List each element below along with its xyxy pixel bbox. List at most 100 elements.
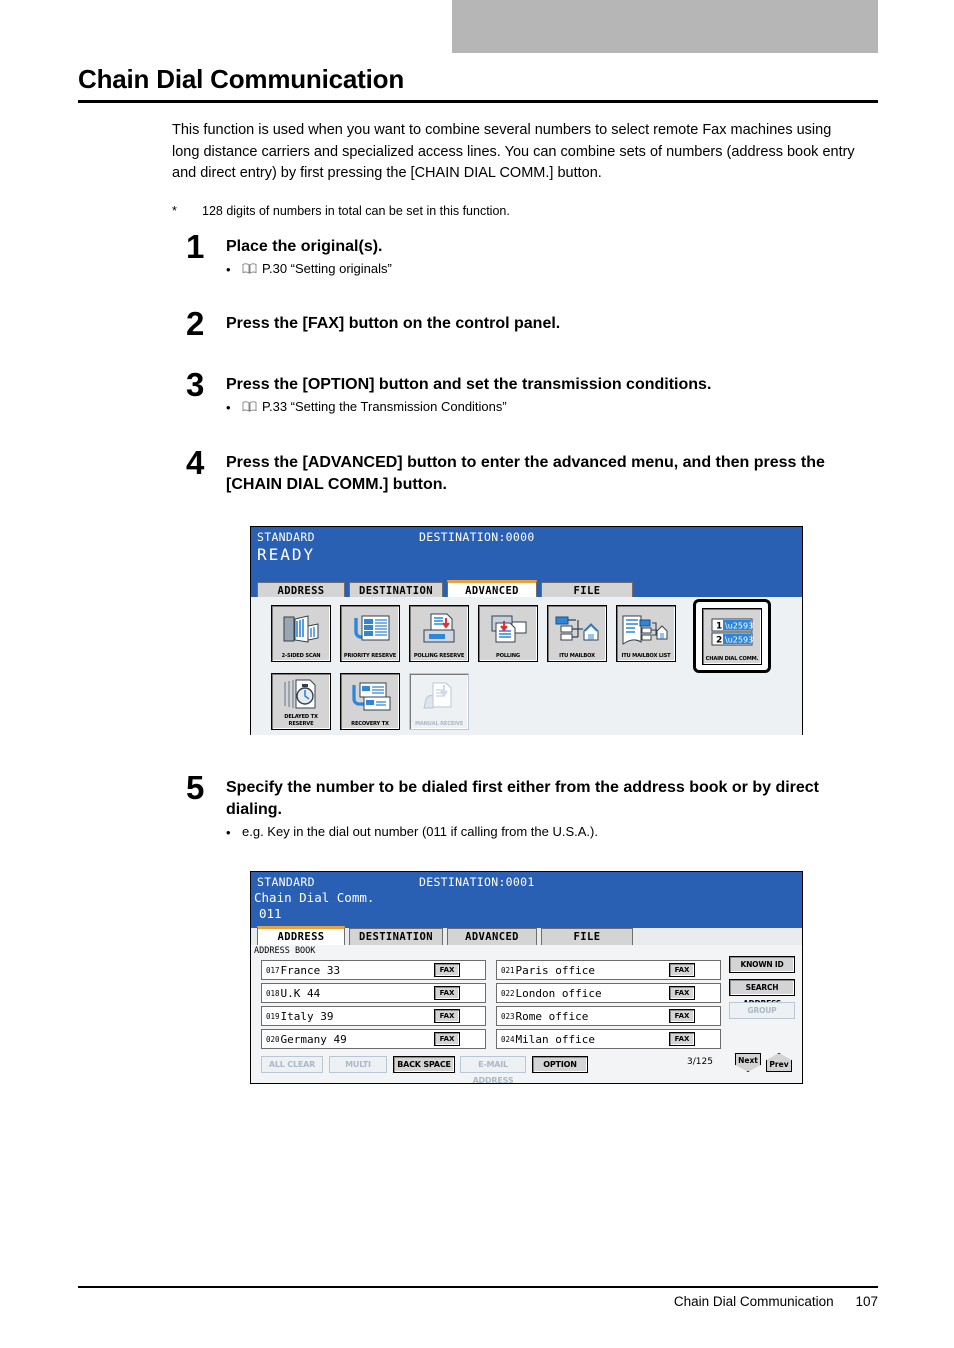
bullet-text: e.g. Key in the dial out number (011 if … [242, 824, 598, 839]
all-clear-button[interactable]: ALL CLEAR [261, 1056, 323, 1073]
address-entry-row[interactable]: 017 France 33 FAX [261, 960, 486, 980]
button-label: 2-SIDED SCAN [281, 652, 321, 659]
address-entry-row[interactable]: 020 Germany 49 FAX [261, 1029, 486, 1049]
fax-type-button[interactable]: FAX [434, 1032, 460, 1046]
page-indicator: 3/125 [687, 1057, 713, 1067]
entry-name: London office [515, 986, 602, 1000]
tab-bar-address: ADDRESS DESTINATION ADVANCED FILE [257, 926, 797, 945]
two-sided-scan-icon [272, 606, 330, 653]
address-entry-row[interactable]: 023 Rome office FAX [496, 1006, 721, 1026]
fax-type-button[interactable]: FAX [669, 963, 695, 977]
address-entry-row[interactable]: 022 London office FAX [496, 983, 721, 1003]
entry-index: 018 [266, 988, 280, 998]
address-entry-row[interactable]: 019 Italy 39 FAX [261, 1006, 486, 1026]
search-address-button[interactable]: SEARCH ADDRESS [729, 979, 795, 1008]
lcd-header-address: STANDARD DESTINATION:0001 Chain Dial Com… [251, 872, 802, 928]
step-heading: Press the [ADVANCED] button to enter the… [226, 454, 825, 493]
advanced-button-itu-mailbox-list[interactable]: ITU MAILBOX LIST [616, 605, 676, 662]
step-5: 5 Specify the number to be dialed first … [186, 771, 866, 842]
tab-file[interactable]: FILE [541, 928, 633, 945]
step-bullet: • P.30 “Setting originals” [226, 261, 876, 279]
back-space-button[interactable]: BACK SPACE [393, 1056, 455, 1073]
footnote-marker: * [172, 204, 177, 218]
entry-index: 017 [266, 965, 280, 975]
step-heading: Place the original(s). [226, 238, 383, 255]
recovery-tx-icon [341, 674, 399, 721]
polling-icon [479, 606, 537, 653]
step-heading: Press the [OPTION] button and set the tr… [226, 376, 712, 393]
fax-type-button[interactable]: FAX [669, 986, 695, 1000]
step-number: 5 [186, 769, 205, 806]
entry-name: Rome office [515, 1009, 589, 1023]
bullet-dot: • [226, 262, 231, 277]
step-2: 2 Press the [FAX] button on the control … [186, 307, 876, 340]
svg-text:2: 2 [716, 636, 722, 646]
multi-button[interactable]: MULTI [329, 1056, 387, 1073]
known-id-button[interactable]: KNOWN ID [729, 956, 795, 973]
advanced-button-itu-mailbox[interactable]: ITU MAILBOX [547, 605, 607, 662]
address-entry-row[interactable]: 018 U.K 44 FAX [261, 983, 486, 1003]
entry-name: Germany 49 [280, 1032, 347, 1046]
advanced-button-recovery-tx[interactable]: RECOVERY TX [340, 673, 400, 730]
fax-type-button[interactable]: FAX [434, 1009, 460, 1023]
button-label: RECOVERY TX [351, 720, 389, 727]
footnote-text: 128 digits of numbers in total can be se… [202, 204, 510, 218]
fax-type-button[interactable]: FAX [669, 1032, 695, 1046]
svg-text:\u2593\u2593\u2593: \u2593\u2593\u2593 [725, 622, 754, 631]
step-3: 3 Press the [OPTION] button and set the … [186, 368, 876, 417]
step-heading: Press the [FAX] button on the control pa… [226, 315, 561, 332]
advanced-button-manual-receive[interactable]: MANUAL RECEIVE [409, 673, 469, 730]
entry-index: 019 [266, 1011, 280, 1021]
entry-index: 021 [501, 965, 515, 975]
advanced-button-polling[interactable]: POLLING [478, 605, 538, 662]
button-label: POLLING RESERVE [413, 652, 465, 659]
tab-address[interactable]: ADDRESS [257, 926, 345, 945]
step-bullet: • P.33 “Setting the Transmission Conditi… [226, 399, 876, 417]
header-grey-bar [452, 0, 878, 53]
step-number: 2 [186, 305, 205, 342]
fax-type-button[interactable]: FAX [434, 986, 460, 1000]
itu-mailbox-list-icon [617, 606, 675, 653]
advanced-button-priority-reserve[interactable]: PRIORITY RESERVE [340, 605, 400, 662]
button-label: PRIORITY RESERVE [343, 652, 397, 659]
option-button[interactable]: OPTION [532, 1056, 588, 1073]
tab-advanced[interactable]: ADVANCED [447, 928, 537, 945]
destination-count: DESTINATION:0000 [419, 530, 535, 544]
bullet-text: P.30 “Setting originals” [262, 261, 392, 276]
intro-paragraph: This function is used when you want to c… [172, 122, 855, 181]
status-text: STANDARD [257, 530, 315, 544]
footnote: * 128 digits of numbers in total can be … [172, 203, 872, 220]
manual-receive-icon [410, 674, 468, 721]
button-label: MANUAL RECEIVE [414, 720, 464, 727]
entry-index: 022 [501, 988, 515, 998]
advanced-button-delayed-tx-reserve[interactable]: DELAYED TX RESERVE [271, 673, 331, 730]
step-number: 3 [186, 366, 205, 403]
advanced-button-chain-dial-comm[interactable]: 1\u2593\u2593\u25932\u2593\u2593\u2593 C… [702, 608, 762, 665]
email-address-button[interactable]: E-MAIL ADDRESS [460, 1056, 526, 1085]
title-divider [78, 100, 878, 103]
button-label: ITU MAILBOX [559, 652, 595, 659]
chain-dial-comm-icon: 1\u2593\u2593\u25932\u2593\u2593\u2593 [703, 609, 761, 656]
advanced-button-polling-reserve[interactable]: POLLING RESERVE [409, 605, 469, 662]
group-button[interactable]: GROUP [729, 1002, 795, 1019]
advanced-button-2-sided-scan[interactable]: 2-SIDED SCAN [271, 605, 331, 662]
svg-text:1: 1 [716, 622, 722, 632]
fax-type-button[interactable]: FAX [669, 1009, 695, 1023]
entry-name: Milan office [515, 1032, 596, 1046]
address-book-label: ADDRESS BOOK [254, 946, 316, 956]
footer-page-number: 107 [855, 1294, 878, 1309]
entry-name: France 33 [280, 963, 341, 977]
ready-state: READY [257, 545, 316, 564]
footer-title: Chain Dial Communication [673, 1294, 834, 1309]
address-entry-row[interactable]: 021 Paris office FAX [496, 960, 721, 980]
entry-name: Paris office [515, 963, 596, 977]
fax-type-button[interactable]: FAX [434, 963, 460, 977]
tab-destination[interactable]: DESTINATION [349, 928, 443, 945]
page-title: Chain Dial Communication [78, 64, 405, 94]
entry-name: U.K 44 [280, 986, 321, 1000]
button-label: POLLING [496, 652, 520, 659]
document-page: Chain Dial Communication This function i… [0, 0, 954, 1348]
address-entry-row[interactable]: 024 Milan office FAX [496, 1029, 721, 1049]
button-label: ITU MAILBOX LIST [621, 652, 671, 659]
book-icon [242, 400, 257, 412]
